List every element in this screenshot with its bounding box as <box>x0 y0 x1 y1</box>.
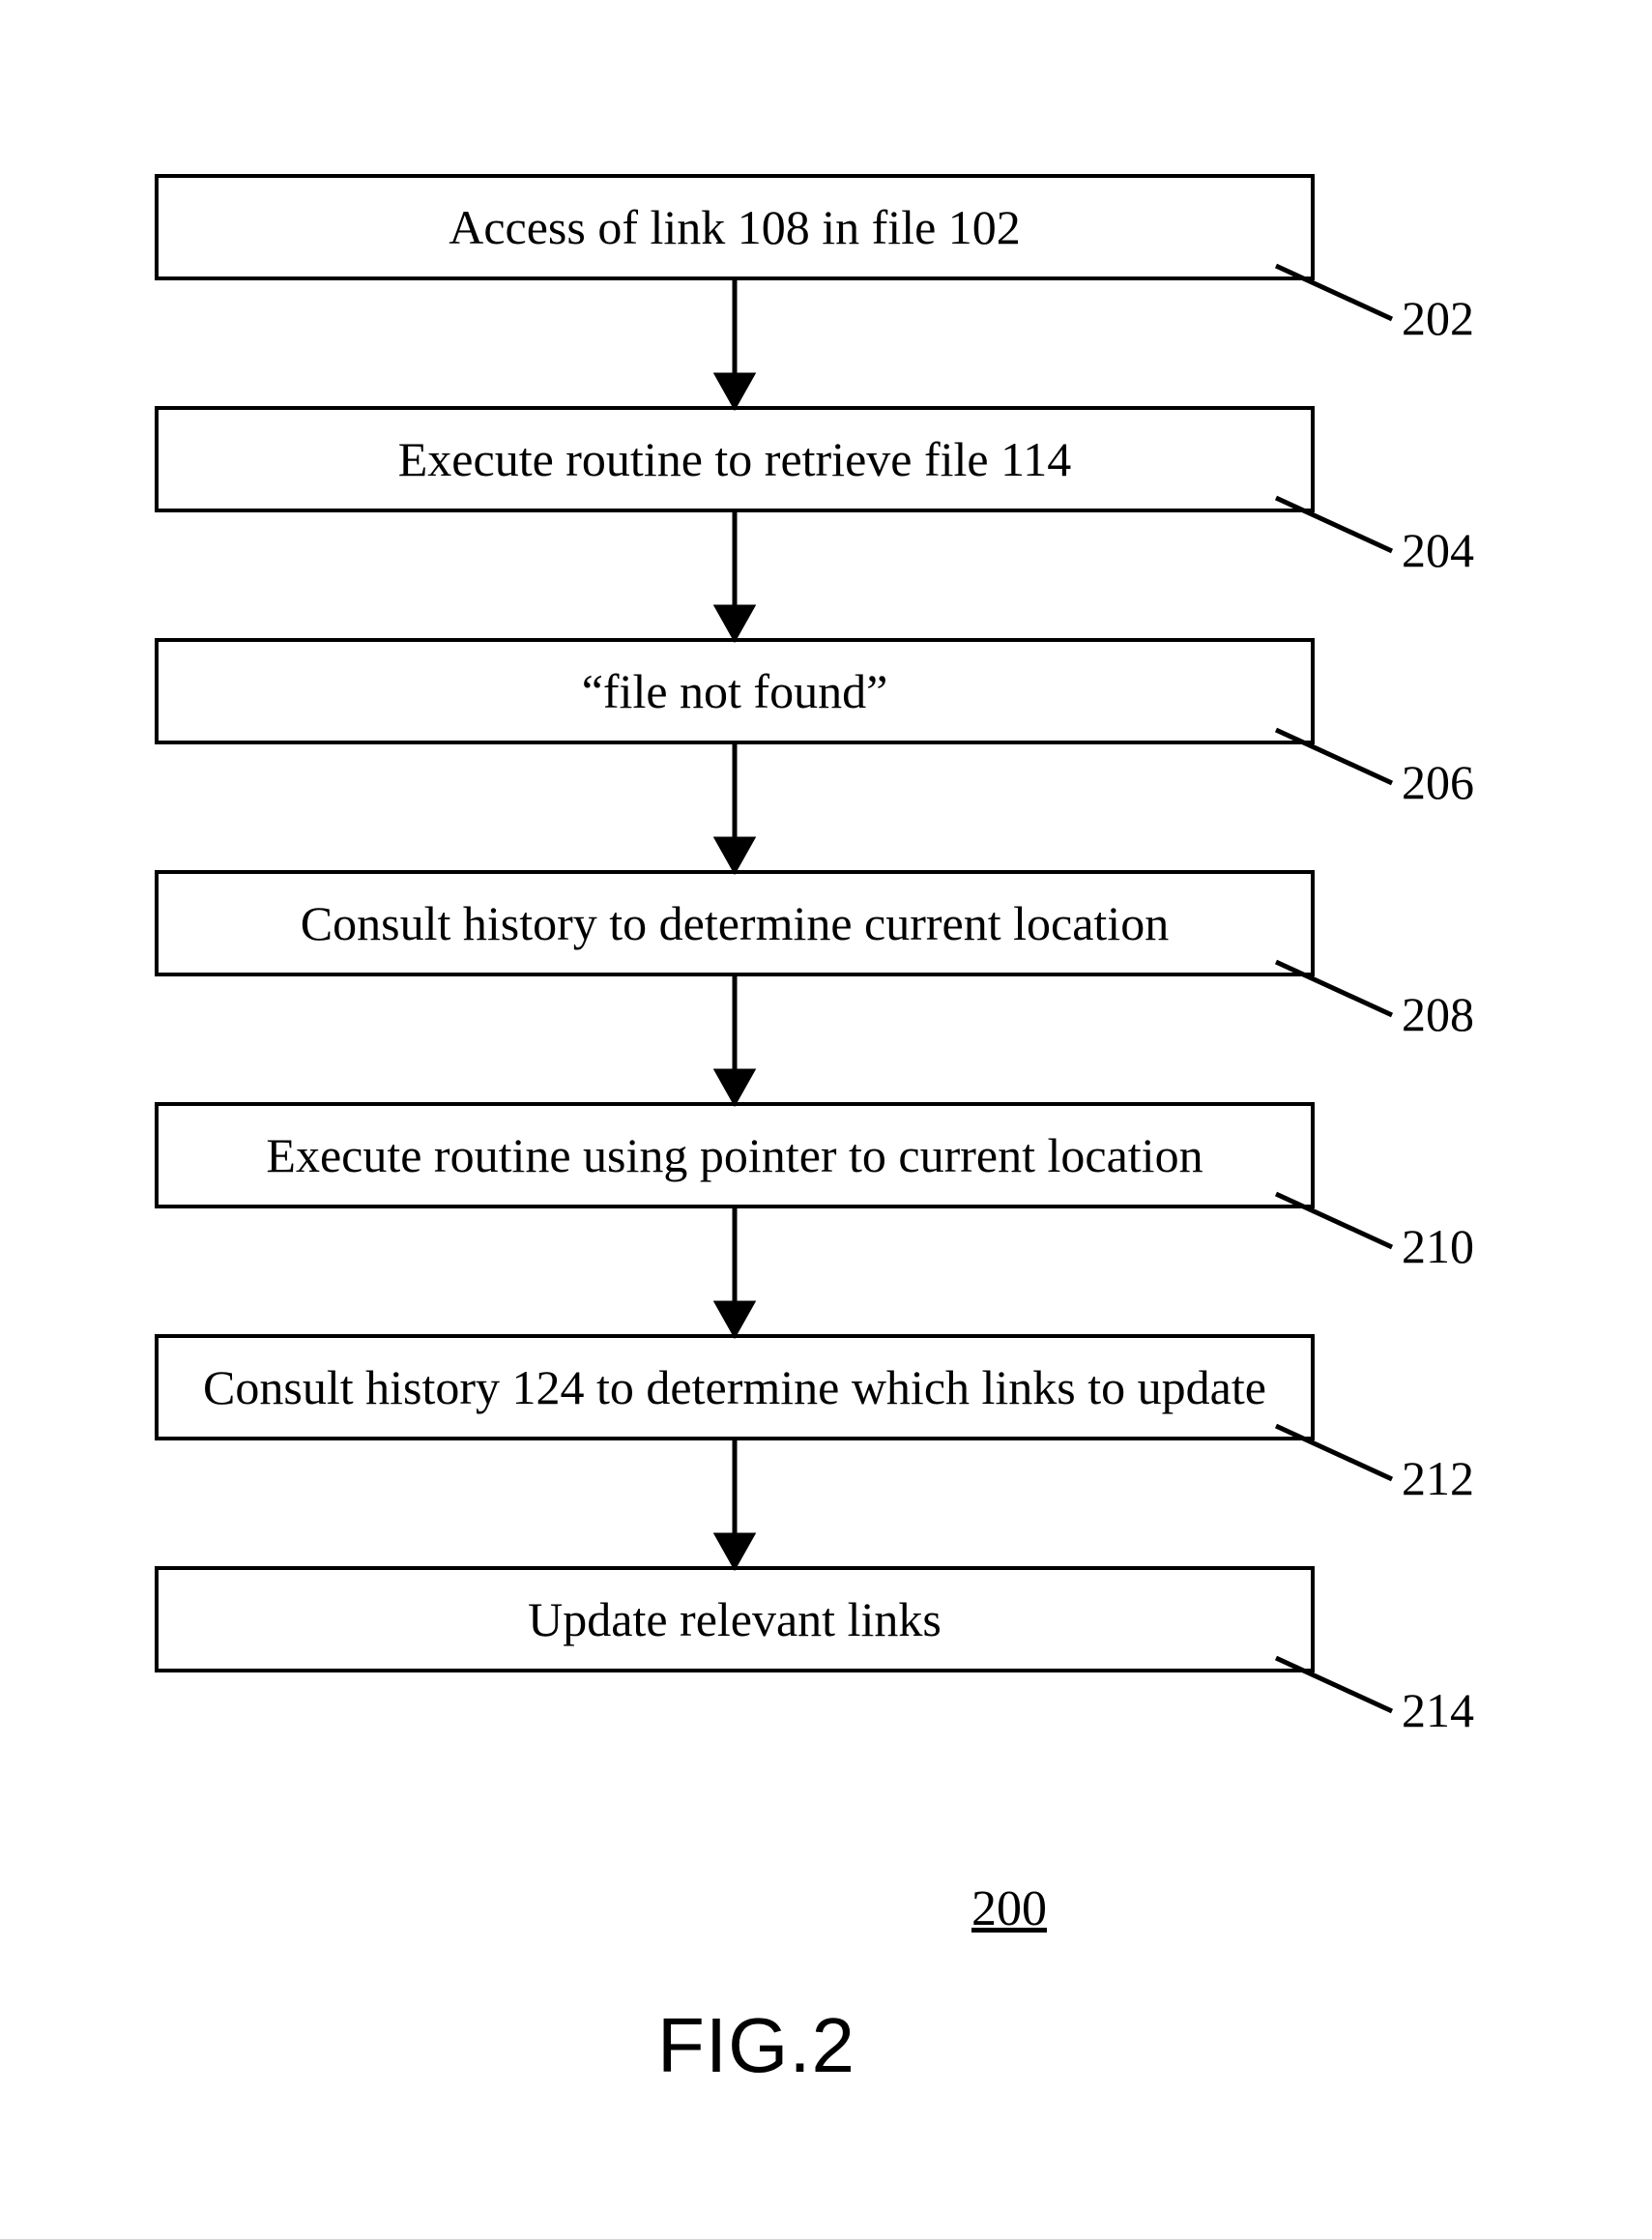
flowchart-canvas: Access of link 108 in file 102 Execute r… <box>0 0 1652 2239</box>
arrow-212-214 <box>0 0 1652 2239</box>
figure-number: 200 <box>971 1880 1047 1937</box>
figure-caption: FIG.2 <box>657 2001 855 2090</box>
